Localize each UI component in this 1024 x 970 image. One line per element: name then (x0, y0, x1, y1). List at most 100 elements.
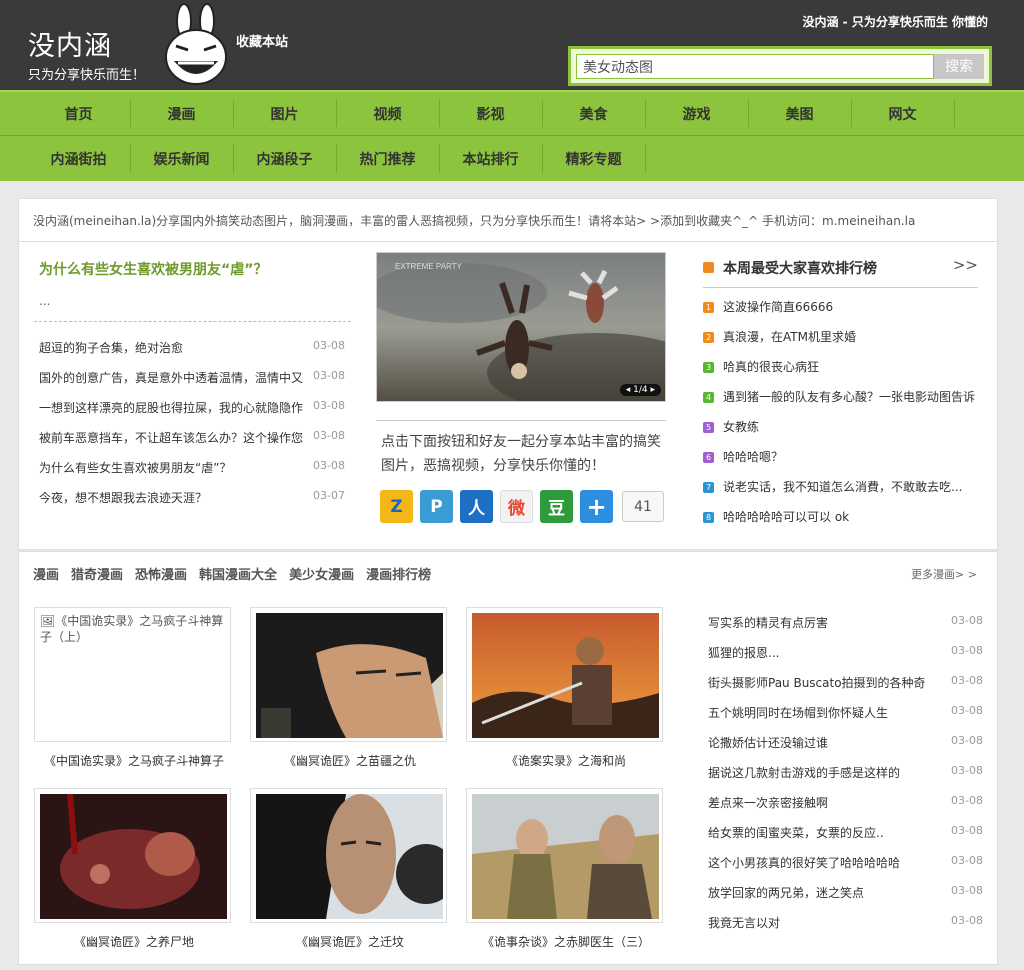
nav-pictures[interactable]: 图片 (233, 92, 336, 135)
news-title[interactable]: 为什么有些女生喜欢被男朋友“虐”？ (39, 459, 305, 476)
list-item[interactable]: 街头摄影师Pau Buscato拍摄到的各种奇 03-08 (708, 670, 983, 700)
list-item[interactable]: 4 遇到猪一般的队友有多心酸？一张电影动图告诉 (703, 388, 981, 418)
search-button[interactable]: 搜索 (934, 54, 984, 79)
nav-videos[interactable]: 视频 (336, 92, 439, 135)
list-item[interactable]: 差点来一次亲密接触啊 03-08 (708, 790, 983, 820)
douban-icon[interactable]: 豆 (540, 490, 573, 523)
news-title[interactable]: 超逗的狗子合集，绝对治愈 (39, 339, 305, 356)
comic-thumbnail[interactable] (34, 788, 231, 923)
nav-site-ranking[interactable]: 本站排行 (439, 136, 542, 181)
side-item-title[interactable]: 五个姚明同时在场帽到你怀疑人生 (708, 704, 928, 721)
list-item[interactable]: 3 哈真的很丧心病狂 (703, 358, 981, 388)
nav-comics[interactable]: 漫画 (130, 92, 233, 135)
rank-title[interactable]: 这波操作简直66666 (723, 298, 978, 315)
tencent-weibo-icon[interactable]: P (420, 490, 453, 523)
rabbit-mascot-logo[interactable] (162, 3, 230, 87)
list-item[interactable]: 8 哈哈哈哈哈可以可以 ok (703, 508, 981, 538)
comic-caption[interactable]: 《幽冥诡匠》之养尸地 (19, 933, 249, 950)
nav-street-snap[interactable]: 内涵街拍 (27, 136, 130, 181)
nav-games[interactable]: 游戏 (645, 92, 748, 135)
rank-title[interactable]: 遇到猪一般的队友有多心酸？一张电影动图告诉 (723, 388, 978, 405)
news-title[interactable]: 国外的创意广告，真是意外中透着温情，温情中又 (39, 369, 305, 386)
side-item-title[interactable]: 我竟无言以对 (708, 914, 928, 931)
sina-weibo-icon[interactable]: 微 (500, 490, 533, 523)
more-comics-link[interactable]: 更多漫画> > (911, 566, 977, 582)
list-item[interactable]: 7 说老实话，我不知道怎么消費，不敢敢去吃... (703, 478, 981, 508)
news-title[interactable]: 今夜，想不想跟我去浪迹天涯？ (39, 489, 305, 506)
side-item-title[interactable]: 这个小男孩真的很好笑了哈哈哈哈哈 (708, 854, 928, 871)
tab-comic-ranking[interactable]: 漫画排行榜 (366, 564, 431, 583)
list-item[interactable]: 这个小男孩真的很好笑了哈哈哈哈哈 03-08 (708, 850, 983, 880)
side-item-title[interactable]: 给女票的闺蜜夹菜，女票的反应.. (708, 824, 928, 841)
rank-title[interactable]: 哈哈哈嗯？ (723, 448, 978, 465)
list-item[interactable]: 我竟无言以对 03-08 (708, 910, 983, 940)
comic-thumbnail[interactable] (250, 788, 447, 923)
tab-weird-comics[interactable]: 猎奇漫画 (71, 564, 123, 583)
side-item-title[interactable]: 放学回家的两兄弟，迷之笑点 (708, 884, 928, 901)
tab-horror-comics[interactable]: 恐怖漫画 (135, 564, 187, 583)
comic-caption[interactable]: 《幽冥诡匠》之迁坟 (235, 933, 465, 950)
side-item-title[interactable]: 狐狸的报恩... (708, 644, 928, 661)
list-item[interactable]: 写实系的精灵有点厉害 03-08 (708, 610, 983, 640)
rank-title[interactable]: 女教练 (723, 418, 978, 435)
site-logo-title[interactable]: 没内涵 (28, 24, 112, 63)
slider-pagination[interactable]: ◂ 1/4 ▸ (619, 384, 661, 396)
list-item[interactable]: 放学回家的两兄弟，迷之笑点 03-08 (708, 880, 983, 910)
side-item-title[interactable]: 论撒娇估计还没输过谁 (708, 734, 928, 751)
rank-title[interactable]: 哈真的很丧心病狂 (723, 358, 978, 375)
rank-title[interactable]: 说老实话，我不知道怎么消費，不敢敢去吃... (723, 478, 978, 495)
nav-movies[interactable]: 影视 (439, 92, 542, 135)
comic-caption[interactable]: 《诡事杂谈》之赤脚医生（三） (451, 933, 681, 950)
comic-thumbnail[interactable] (250, 607, 447, 742)
comic-caption[interactable]: 《诡案实录》之海和尚 (451, 752, 681, 769)
news-title[interactable]: 被前车恶意挡车，不让超车该怎么办？这个操作您 (39, 429, 305, 446)
list-item[interactable]: 6 哈哈哈嗯？ (703, 448, 981, 478)
side-item-title[interactable]: 差点来一次亲密接触啊 (708, 794, 928, 811)
side-item-title[interactable]: 据说这几款射击游戏的手感是这样的 (708, 764, 928, 781)
nav-hot-picks[interactable]: 热门推荐 (336, 136, 439, 181)
list-item[interactable]: 狐狸的报恩... 03-08 (708, 640, 983, 670)
nav-jokes[interactable]: 内涵段子 (233, 136, 336, 181)
list-item[interactable]: 被前车恶意挡车，不让超车该怎么办？这个操作您 03-08 (39, 425, 349, 455)
more-share-icon[interactable]: + (580, 490, 613, 523)
news-title[interactable]: 一想到这样漂亮的屁股也得拉屎，我的心就隐隐作 (39, 399, 305, 416)
comic-caption[interactable]: 《幽冥诡匠》之苗疆之仇 (235, 752, 465, 769)
qzone-icon[interactable]: Z (380, 490, 413, 523)
featured-article-title[interactable]: 为什么有些女生喜欢被男朋友“虐”？ (39, 259, 267, 279)
list-item[interactable]: 2 真浪漫，在ATM机里求婚 (703, 328, 981, 358)
list-item[interactable]: 一想到这样漂亮的屁股也得拉屎，我的心就隐隐作 03-08 (39, 395, 349, 425)
list-item[interactable]: 为什么有些女生喜欢被男朋友“虐”？ 03-08 (39, 455, 349, 485)
nav-beauty-pics[interactable]: 美图 (748, 92, 851, 135)
renren-icon[interactable]: 人 (460, 490, 493, 523)
list-item[interactable]: 给女票的闺蜜夹菜，女票的反应.. 03-08 (708, 820, 983, 850)
list-item[interactable]: 国外的创意广告，真是意外中透着温情，温情中又 03-08 (39, 365, 349, 395)
slider-image[interactable]: EXTREME PARTY (377, 253, 666, 402)
side-item-title[interactable]: 街头摄影师Pau Buscato拍摄到的各种奇 (708, 674, 928, 691)
nav-food[interactable]: 美食 (542, 92, 645, 135)
list-item[interactable]: 论撒娇估计还没输过谁 03-08 (708, 730, 983, 760)
list-item[interactable]: 五个姚明同时在场帽到你怀疑人生 03-08 (708, 700, 983, 730)
comic-caption[interactable]: 《中国诡实录》之马疯子斗神算子 (19, 752, 249, 769)
nav-web-articles[interactable]: 网文 (851, 92, 954, 135)
list-item[interactable]: 超逗的狗子合集，绝对治愈 03-08 (39, 335, 349, 365)
list-item[interactable]: 5 女教练 (703, 418, 981, 448)
comic-thumbnail[interactable] (466, 607, 663, 742)
nav-entertainment-news[interactable]: 娱乐新闻 (130, 136, 233, 181)
side-item-title[interactable]: 写实系的精灵有点厉害 (708, 614, 928, 631)
search-input[interactable] (576, 54, 934, 79)
nav-featured-topics[interactable]: 精彩专题 (542, 136, 645, 181)
rank-title[interactable]: 哈哈哈哈哈可以可以 ok (723, 508, 978, 525)
list-item[interactable]: 据说这几款射击游戏的手感是这样的 03-08 (708, 760, 983, 790)
rank-title[interactable]: 真浪漫，在ATM机里求婚 (723, 328, 978, 345)
tab-comics[interactable]: 漫画 (33, 564, 59, 583)
ranking-more-link[interactable]: >> (953, 256, 978, 274)
bookmark-site-link[interactable]: 收藏本站 (236, 31, 288, 50)
list-item[interactable]: 今夜，想不想跟我去浪迹天涯？ 03-07 (39, 485, 349, 515)
comic-thumbnail[interactable]: 🖼《中国诡实录》之马疯子斗神算子（上） (34, 607, 231, 742)
tab-korean-comics[interactable]: 韩国漫画大全 (199, 564, 277, 583)
nav-home[interactable]: 首页 (27, 92, 130, 135)
list-item[interactable]: 1 这波操作简直66666 (703, 298, 981, 328)
image-slider[interactable]: EXTREME PARTY ◂ 1/4 ▸ (376, 252, 666, 402)
comic-thumbnail[interactable] (466, 788, 663, 923)
tab-girl-comics[interactable]: 美少女漫画 (289, 564, 354, 583)
